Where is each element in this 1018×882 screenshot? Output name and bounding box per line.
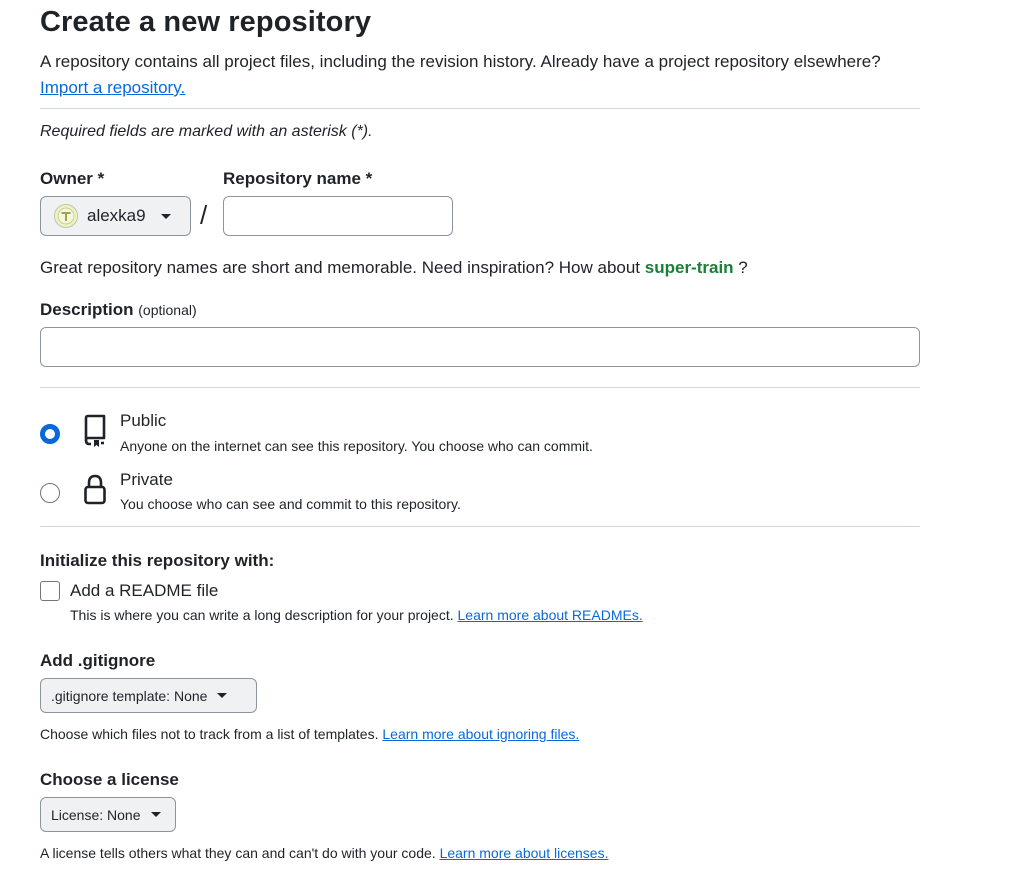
public-option-description: Anyone on the internet can see this repo… <box>120 438 593 454</box>
private-option-description: You choose who can see and commit to thi… <box>120 496 461 512</box>
description-label: Description (optional) <box>40 300 197 320</box>
description-input[interactable] <box>40 327 920 367</box>
chevron-down-icon <box>150 812 161 817</box>
owner-label: Owner * <box>40 169 104 189</box>
description-label-text: Description <box>40 300 134 319</box>
add-readme-label[interactable]: Add a README file <box>70 581 218 601</box>
page-subtitle: A repository contains all project files,… <box>40 49 940 101</box>
learn-more-ignoring-files-link[interactable]: Learn more about ignoring files. <box>382 726 579 742</box>
import-repository-link[interactable]: Import a repository. <box>40 78 185 97</box>
gitignore-desc-text: Choose which files not to track from a l… <box>40 726 379 742</box>
public-radio[interactable] <box>40 424 60 444</box>
repository-name-input[interactable] <box>223 196 453 236</box>
readme-description: This is where you can write a long descr… <box>70 607 643 623</box>
gitignore-description: Choose which files not to track from a l… <box>40 726 579 742</box>
divider <box>40 387 920 388</box>
owner-name: alexka9 <box>87 206 146 225</box>
gitignore-heading: Add .gitignore <box>40 651 156 670</box>
page-title: Create a new repository <box>40 6 372 38</box>
hint-text: Great repository names are short and mem… <box>40 258 641 277</box>
private-radio[interactable] <box>40 483 60 503</box>
divider <box>40 108 920 109</box>
repository-name-label: Repository name * <box>223 169 372 189</box>
license-heading: Choose a license <box>40 770 179 789</box>
divider <box>40 526 920 527</box>
license-description: A license tells others what they can and… <box>40 845 608 861</box>
lock-icon <box>82 473 108 512</box>
public-option-title: Public <box>120 411 167 430</box>
name-suggestion-button[interactable]: super-train <box>645 258 734 277</box>
gitignore-template-dropdown[interactable]: .gitignore template: None <box>40 678 257 713</box>
owner-label-text: Owner * <box>40 169 105 188</box>
gitignore-select-label: .gitignore template: None <box>51 687 208 704</box>
optional-tag: (optional) <box>138 302 197 318</box>
subtitle-text: A repository contains all project files,… <box>40 52 881 71</box>
owner-repo-separator: / <box>200 200 208 230</box>
private-option-title: Private <box>120 470 173 489</box>
repository-name-label-text: Repository name * <box>223 169 373 188</box>
repo-icon <box>82 414 108 453</box>
owner-dropdown[interactable]: alexka9 <box>40 196 191 236</box>
license-select-label: License: None <box>51 806 141 823</box>
learn-more-licenses-link[interactable]: Learn more about licenses. <box>440 845 609 861</box>
license-desc-text: A license tells others what they can and… <box>40 845 436 861</box>
add-readme-checkbox[interactable] <box>40 581 60 601</box>
readme-desc-text: This is where you can write a long descr… <box>70 607 454 623</box>
initialize-heading: Initialize this repository with: <box>40 551 275 570</box>
learn-more-readmes-link[interactable]: Learn more about READMEs. <box>458 607 643 623</box>
avatar <box>54 204 78 228</box>
required-fields-note: Required fields are marked with an aster… <box>40 123 373 140</box>
chevron-down-icon <box>160 213 171 219</box>
chevron-down-icon <box>217 693 228 698</box>
license-dropdown[interactable]: License: None <box>40 797 176 832</box>
hint-suffix: ? <box>738 258 748 277</box>
repository-name-hint: Great repository names are short and mem… <box>40 258 748 278</box>
avatar-glyph-icon <box>57 207 75 225</box>
